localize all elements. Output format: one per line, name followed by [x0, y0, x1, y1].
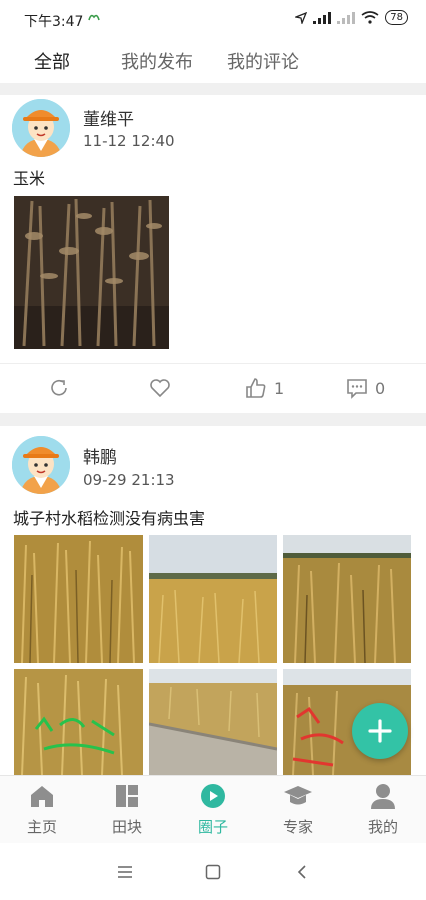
avatar[interactable] [12, 99, 70, 157]
post-photo[interactable] [283, 535, 411, 663]
user-icon [371, 784, 395, 809]
post-time: 11-12 12:40 [83, 132, 175, 150]
nav-experts[interactable]: 专家 [263, 782, 333, 837]
username[interactable]: 董维平 [83, 105, 134, 130]
nav-fields[interactable]: 田块 [92, 782, 162, 837]
thumbs-up-icon [246, 378, 266, 398]
nav-label: 田块 [111, 818, 142, 836]
status-bar: 下午3:47 78 [0, 0, 426, 38]
system-nav [0, 843, 426, 900]
home-system-button[interactable] [200, 859, 226, 885]
bottom-nav: 主页 田块 圈子 专家 我的 [0, 775, 426, 844]
menu-button[interactable] [112, 859, 138, 885]
post-photo[interactable] [14, 669, 143, 775]
divider [0, 413, 426, 426]
post-action-bar: 1 0 [0, 363, 426, 414]
post-text: 城子村水稻检测没有病虫害 [13, 509, 206, 528]
nav-label: 专家 [282, 818, 313, 836]
nav-label: 我的 [367, 818, 398, 836]
like-button[interactable]: 1 [244, 376, 284, 400]
status-icons: 78 [295, 10, 408, 25]
home-icon [31, 786, 53, 807]
favorite-button[interactable] [148, 376, 172, 400]
share-icon [51, 379, 67, 396]
back-button[interactable] [289, 859, 315, 885]
heart-icon [150, 379, 170, 398]
app-notification-icon [88, 14, 100, 21]
battery-level: 78 [385, 10, 408, 25]
field-icon [116, 785, 138, 807]
status-time: 下午3:47 [24, 14, 84, 30]
plus-icon [368, 719, 392, 743]
add-post-button[interactable] [352, 703, 408, 759]
tab-all[interactable]: 全部 [34, 48, 70, 74]
wifi-icon [361, 11, 379, 24]
comment-count: 0 [375, 378, 386, 398]
post-card[interactable]: 董维平 11-12 12:40 玉米 1 0 [0, 95, 426, 413]
post-text: 玉米 [13, 169, 46, 188]
location-icon [295, 11, 308, 24]
nav-circle[interactable]: 圈子 [178, 782, 248, 837]
circle-play-icon [201, 784, 225, 808]
menu-icon [118, 866, 132, 878]
square-icon [205, 864, 221, 880]
post-photo[interactable] [149, 669, 277, 775]
post-time: 09-29 21:13 [83, 471, 175, 489]
like-count: 1 [274, 378, 285, 398]
signal-2-icon [337, 11, 356, 24]
divider [0, 83, 426, 95]
username[interactable]: 韩鹏 [83, 443, 117, 468]
farmer-avatar-icon [12, 436, 70, 494]
post-photo[interactable] [149, 535, 277, 663]
back-icon [297, 865, 306, 879]
nav-home[interactable]: 主页 [7, 782, 77, 837]
tab-my-comments[interactable]: 我的评论 [227, 48, 299, 74]
post-photo[interactable] [14, 196, 169, 349]
nav-label: 主页 [26, 818, 57, 836]
comment-icon [347, 379, 367, 399]
signal-icon [313, 11, 332, 24]
graduation-cap-icon [284, 786, 312, 805]
comment-button[interactable]: 0 [345, 376, 385, 400]
avatar[interactable] [12, 436, 70, 494]
share-button[interactable] [47, 376, 71, 400]
nav-mine[interactable]: 我的 [348, 782, 418, 837]
nav-label: 圈子 [197, 818, 228, 836]
top-tabs: 全部 我的发布 我的评论 [0, 38, 426, 83]
post-photo[interactable] [14, 535, 143, 663]
farmer-avatar-icon [12, 99, 70, 157]
tab-my-posts[interactable]: 我的发布 [121, 48, 193, 74]
